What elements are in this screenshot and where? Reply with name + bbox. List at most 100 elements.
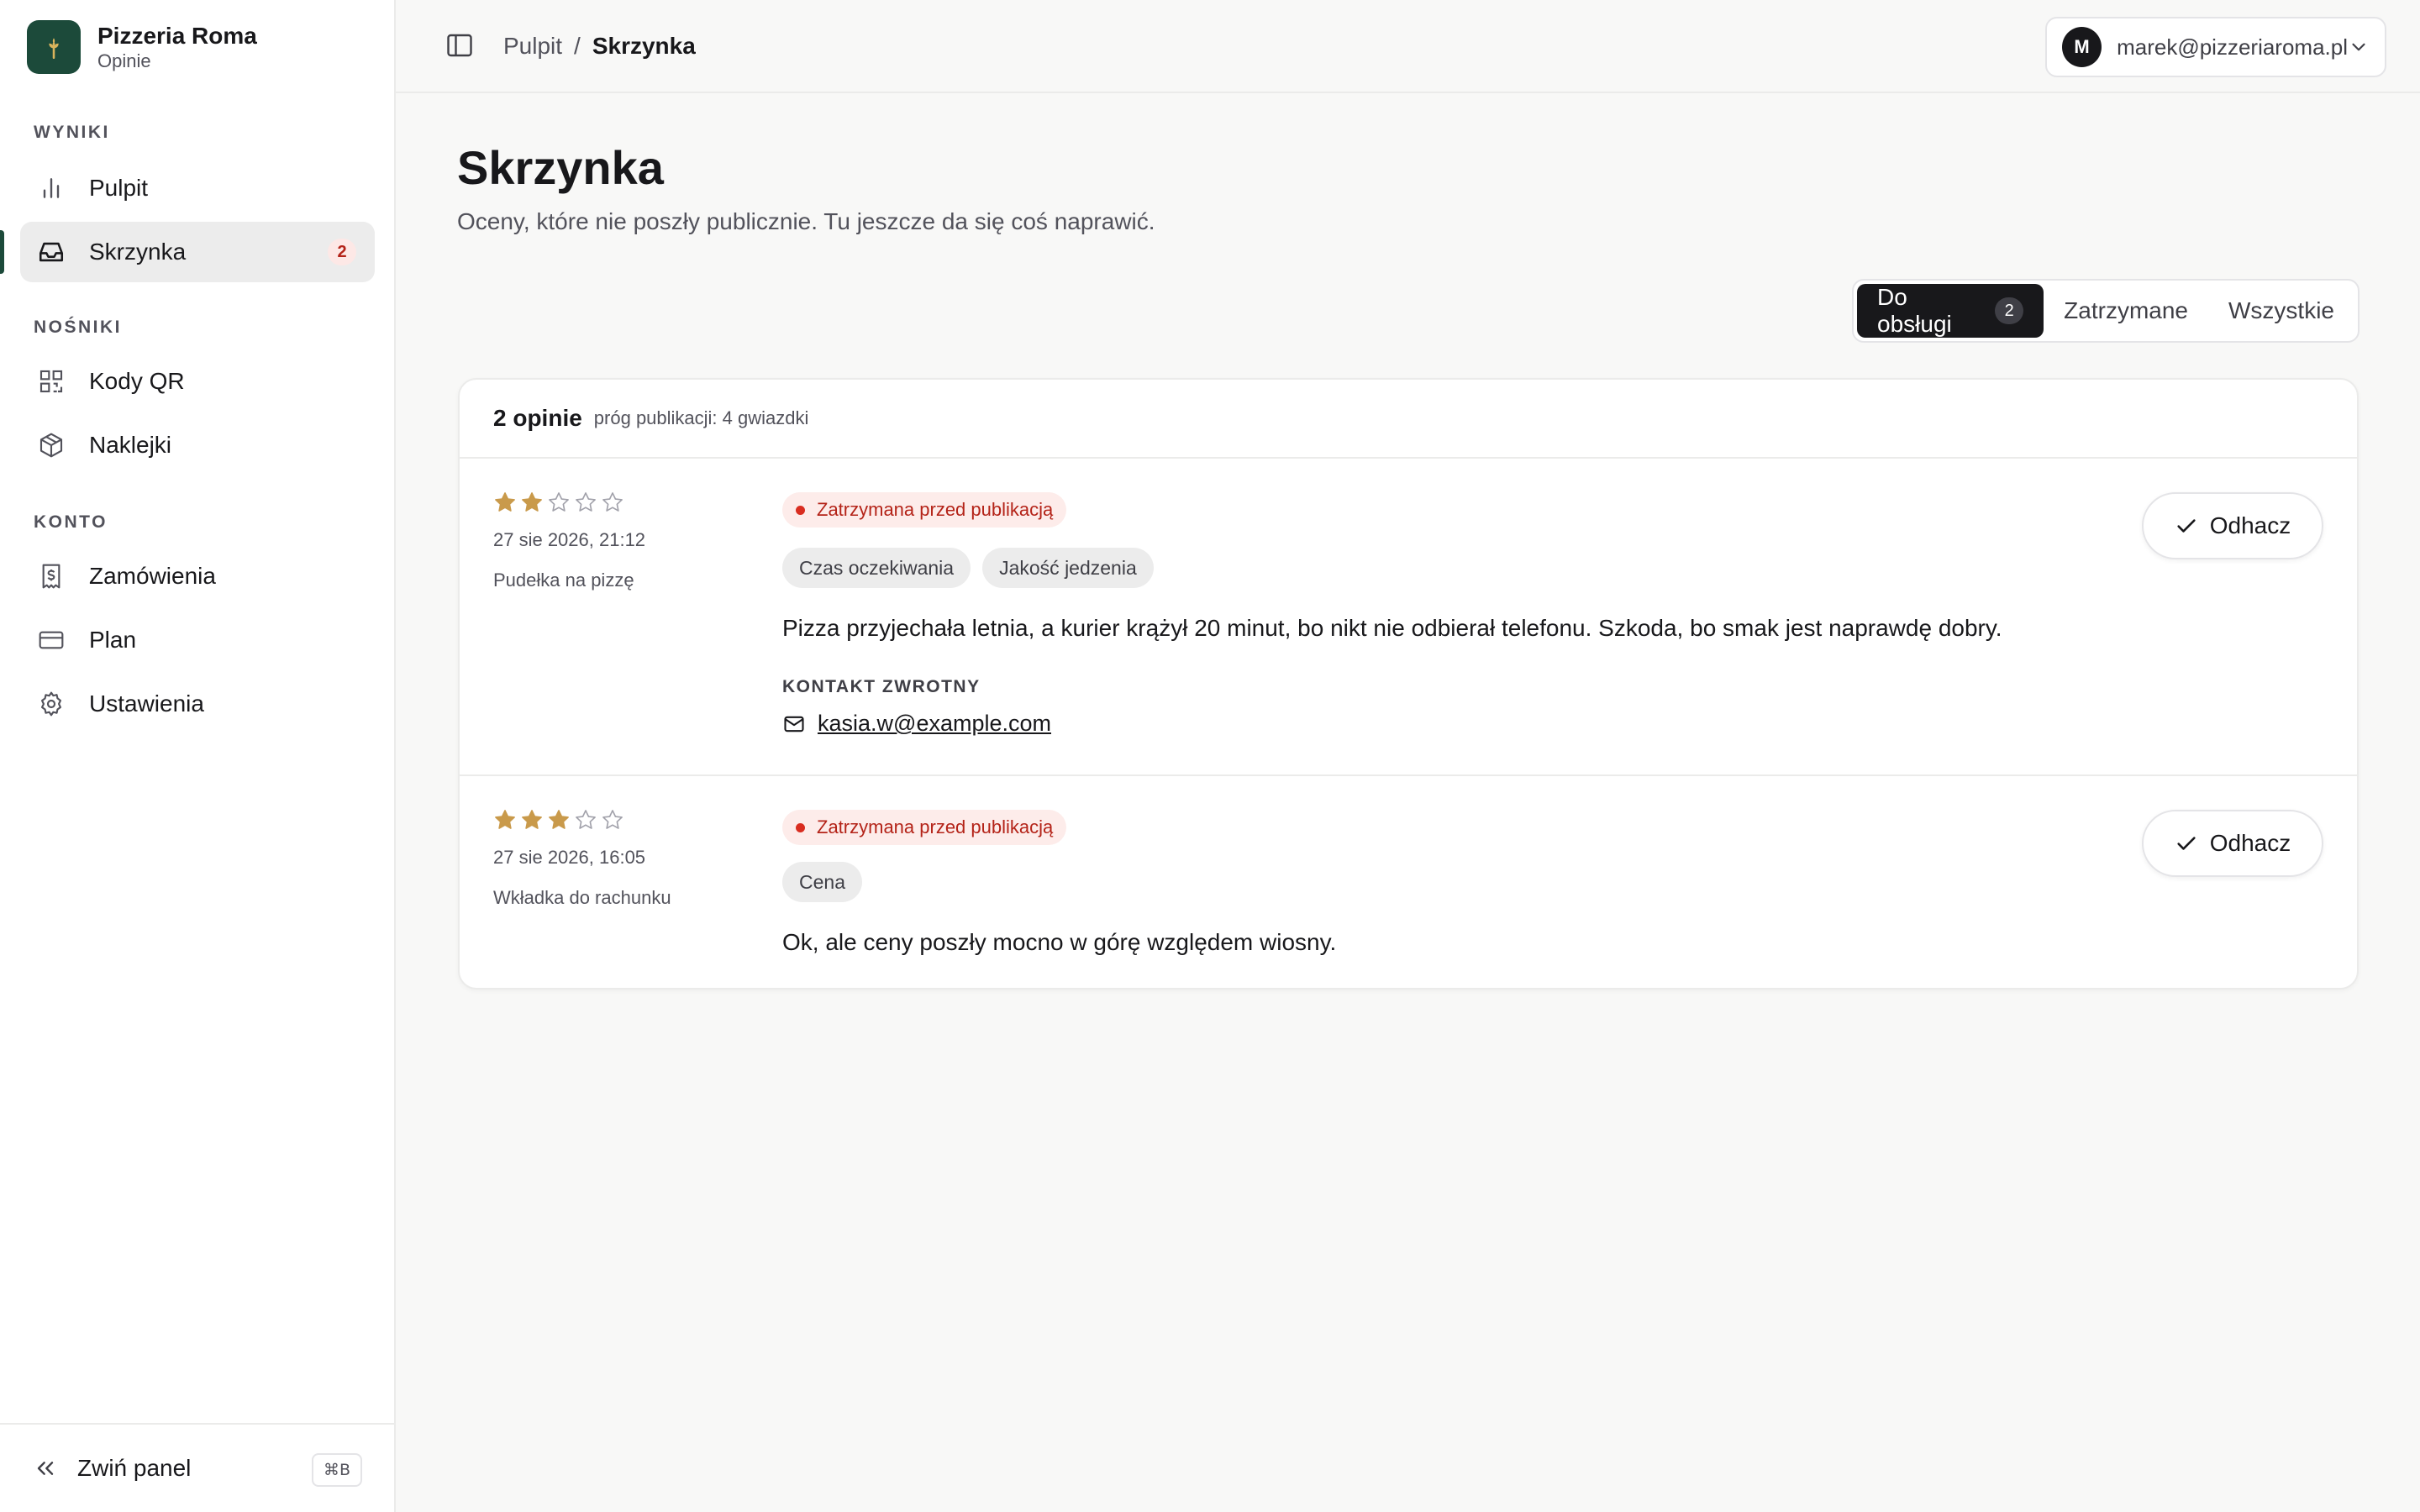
- tab-do-obslugi[interactable]: Do obsługi 2: [1857, 284, 2044, 338]
- star-filled-icon: [522, 492, 542, 512]
- tag-chip: Jakość jedzenia: [982, 548, 1154, 588]
- contact-email-link[interactable]: kasia.w@example.com: [818, 711, 1051, 737]
- collapse-panel-label: Zwiń panel: [77, 1455, 192, 1481]
- sidebar-item-naklejki[interactable]: Naklejki: [20, 415, 375, 475]
- sidebar-item-skrzynka[interactable]: Skrzynka 2: [20, 222, 375, 282]
- reviews-count: 2 opinie: [493, 405, 582, 431]
- panel-left-icon: [445, 30, 476, 60]
- review-date: 27 sie 2026, 16:05: [493, 847, 646, 868]
- review-tags: Cena: [782, 862, 2043, 902]
- tag-chip: Czas oczekiwania: [782, 548, 971, 588]
- review-item: 27 sie 2026, 16:05 Wkładka do rachunku Z…: [460, 776, 2357, 990]
- review-date: 27 sie 2026, 21:12: [493, 529, 646, 550]
- brand-logo: [27, 20, 81, 74]
- tab-label: Do obsługi: [1877, 284, 1952, 337]
- sidebar-item-plan[interactable]: Plan: [20, 610, 375, 670]
- brand-name: Pizzeria Roma: [97, 23, 257, 49]
- star-rating: [493, 491, 645, 514]
- star-empty-icon: [549, 492, 569, 512]
- contact-label: KONTAKT ZWROTNY: [782, 677, 981, 696]
- check-icon: [2177, 519, 2196, 533]
- user-email: marek@pizzeriaroma.pl: [2117, 34, 2348, 60]
- section-label-nosniki: NOŚNIKI: [34, 318, 123, 337]
- star-filled-icon: [522, 810, 542, 829]
- tab-count-badge: 2: [1995, 297, 2024, 324]
- review-item: 27 sie 2026, 21:12 Pudełka na pizzę Zatr…: [460, 459, 2357, 776]
- sidebar: Pizzeria Roma Opinie WYNIKI Pulpit Skrzy…: [0, 0, 396, 1512]
- star-empty-icon: [576, 492, 596, 512]
- star-empty-icon: [602, 492, 623, 512]
- review-text: Pizza przyjechała letnia, a kurier krąży…: [782, 615, 2002, 641]
- sidebar-toggle-button[interactable]: [445, 30, 476, 62]
- breadcrumb: Pulpit / Skrzynka: [503, 30, 696, 62]
- package-icon: [35, 429, 67, 461]
- sidebar-item-label: Ustawienia: [89, 690, 204, 717]
- publish-threshold: próg publikacji: 4 gwiazdki: [593, 407, 809, 428]
- brand[interactable]: Pizzeria Roma Opinie: [27, 20, 257, 74]
- topbar: Pulpit / Skrzynka M marek@pizzeriaroma.p…: [396, 0, 2420, 93]
- receipt-icon: [35, 560, 67, 592]
- inbox-icon: [35, 236, 67, 268]
- filter-tabs: Do obsługi 2 Zatrzymane Wszystkie: [1852, 279, 2360, 343]
- contact-row: kasia.w@example.com: [782, 711, 2043, 737]
- status-badge: Zatrzymana przed publikacją: [782, 492, 1067, 528]
- check-icon: [2177, 837, 2196, 850]
- tab-wszystkie[interactable]: Wszystkie: [2208, 284, 2354, 338]
- status-label: Zatrzymana przed publikacją: [817, 499, 1054, 520]
- review-source: Pudełka na pizzę: [493, 570, 634, 591]
- user-menu-button[interactable]: M marek@pizzeriaroma.pl: [2045, 17, 2386, 77]
- star-filled-icon: [495, 492, 515, 512]
- brand-subtitle: Opinie: [97, 50, 151, 71]
- breadcrumb-current: Skrzynka: [592, 33, 696, 59]
- tab-zatrzymane[interactable]: Zatrzymane: [2044, 284, 2208, 338]
- collapse-panel-button[interactable]: Zwiń panel ⌘B: [0, 1423, 394, 1512]
- sidebar-item-pulpit[interactable]: Pulpit: [20, 158, 375, 218]
- chevrons-left-icon: [32, 1455, 59, 1482]
- keyboard-shortcut: ⌘B: [311, 1453, 362, 1487]
- active-indicator: [0, 230, 4, 274]
- qr-code-icon: [35, 365, 67, 397]
- dismiss-button[interactable]: Odhacz: [2142, 810, 2323, 877]
- sidebar-item-label: Zamówienia: [89, 563, 216, 589]
- breadcrumb-link-pulpit[interactable]: Pulpit: [503, 30, 562, 62]
- review-text: Ok, ale ceny poszły mocno w górę względe…: [782, 929, 1337, 955]
- status-badge: Zatrzymana przed publikacją: [782, 810, 1067, 845]
- section-label-wyniki: WYNIKI: [34, 123, 110, 142]
- sidebar-item-zamowienia[interactable]: Zamówienia: [20, 546, 375, 606]
- sidebar-item-label: Naklejki: [89, 432, 172, 458]
- sidebar-item-label: Pulpit: [89, 175, 149, 201]
- status-label: Zatrzymana przed publikacją: [817, 816, 1054, 837]
- status-dot: [796, 505, 805, 515]
- dismiss-button[interactable]: Odhacz: [2142, 492, 2323, 559]
- breadcrumb-separator: /: [574, 33, 581, 59]
- sidebar-item-kody-qr[interactable]: Kody QR: [20, 351, 375, 412]
- sidebar-item-label: Skrzynka: [89, 239, 187, 265]
- bar-chart-icon: [35, 172, 67, 204]
- tab-label: Wszystkie: [2228, 297, 2334, 323]
- page-title: Skrzynka: [457, 141, 664, 194]
- avatar: M: [2062, 27, 2102, 67]
- reviews-card: 2 opinie próg publikacji: 4 gwiazdki 27 …: [458, 378, 2359, 990]
- star-filled-icon: [495, 810, 515, 829]
- star-rating: [493, 808, 671, 832]
- sidebar-item-label: Kody QR: [89, 368, 185, 394]
- dismiss-label: Odhacz: [2209, 512, 2291, 538]
- star-empty-icon: [602, 810, 623, 829]
- section-label-konto: KONTO: [34, 512, 108, 532]
- tag-chip: Cena: [782, 862, 862, 902]
- sidebar-item-ustawienia[interactable]: Ustawienia: [20, 674, 375, 734]
- review-source: Wkładka do rachunku: [493, 887, 671, 908]
- mail-icon: [782, 712, 806, 736]
- chevron-down-icon: [2348, 36, 2370, 58]
- wheat-icon: [49, 38, 59, 60]
- page-subtitle: Oceny, które nie poszły publicznie. Tu j…: [457, 208, 1155, 234]
- inbox-count-badge: 2: [328, 239, 356, 265]
- status-dot: [796, 822, 805, 832]
- sidebar-item-label: Plan: [89, 627, 137, 653]
- card-header: 2 opinie próg publikacji: 4 gwiazdki: [460, 380, 2357, 459]
- review-tags: Czas oczekiwania Jakość jedzenia: [782, 548, 2043, 588]
- star-empty-icon: [576, 810, 596, 829]
- dismiss-label: Odhacz: [2209, 830, 2291, 856]
- credit-card-icon: [35, 624, 67, 656]
- tab-label: Zatrzymane: [2064, 297, 2188, 323]
